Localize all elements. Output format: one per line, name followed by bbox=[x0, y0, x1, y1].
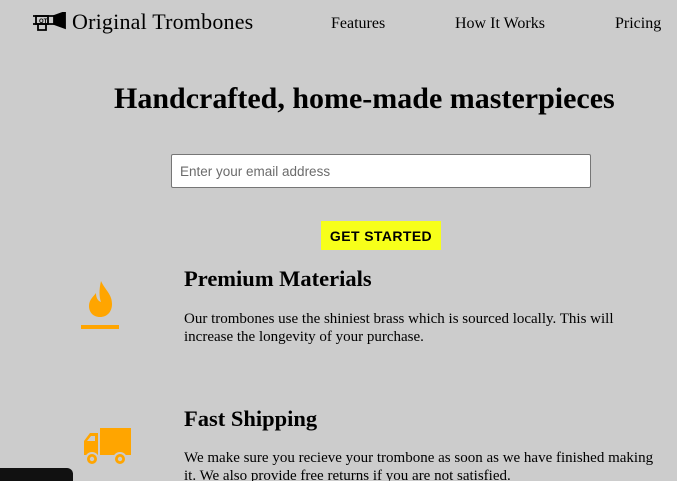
svg-text:OT: OT bbox=[39, 19, 48, 25]
nav-link-how-it-works[interactable]: How It Works bbox=[455, 14, 545, 34]
hero-title: Handcrafted, home-made masterpieces bbox=[114, 82, 615, 115]
corner-tab[interactable] bbox=[0, 468, 73, 481]
feature-title-premium-materials: Premium Materials bbox=[184, 266, 372, 291]
feature-title-fast-shipping: Fast Shipping bbox=[184, 406, 318, 431]
feature-description-premium-materials: Our trombones use the shiniest brass whi… bbox=[184, 311, 614, 345]
logo-text: Original Trombones bbox=[72, 9, 254, 34]
email-input[interactable] bbox=[171, 154, 591, 188]
truck-icon bbox=[84, 428, 131, 466]
nav-link-pricing[interactable]: Pricing bbox=[615, 14, 661, 34]
landing-page: OT Original Trombones Features How It Wo… bbox=[0, 0, 677, 481]
header-logo[interactable]: OT Original Trombones bbox=[32, 8, 253, 36]
get-started-button[interactable]: GET STARTED bbox=[321, 221, 441, 250]
nav-link-features[interactable]: Features bbox=[331, 14, 385, 34]
fire-icon bbox=[81, 281, 119, 329]
feature-description-fast-shipping: We make sure you recieve your trombone a… bbox=[184, 450, 654, 481]
trombone-icon: OT bbox=[33, 12, 66, 31]
